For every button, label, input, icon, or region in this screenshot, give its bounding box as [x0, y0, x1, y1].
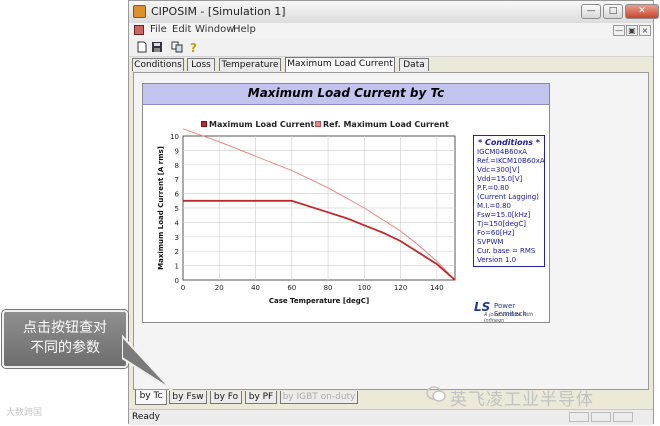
callout-arrow-icon: [122, 334, 173, 391]
condition-line: Ref.=IKCM10B60xA: [477, 157, 545, 165]
status-panel: [591, 412, 611, 422]
menu-file[interactable]: File: [150, 24, 167, 35]
document-icon[interactable]: [134, 25, 144, 35]
ls-power-semitech-logo: LS Power Semitech A joint venture with I…: [474, 300, 550, 324]
watermark-right: 英飞凌工业半导体: [450, 390, 594, 410]
condition-line: Fsw=15.0[kHz]: [477, 211, 531, 219]
logo-tagline: A joint venture with Infineon: [484, 312, 534, 324]
app-icon: [133, 5, 146, 18]
chart-panel: Maximum Load Current by Tc Maximum Load …: [142, 83, 550, 324]
callout-line-1: 点击按钮查对: [23, 320, 107, 336]
child-restore-button[interactable]: ▣: [626, 25, 638, 36]
svg-text:?: ?: [190, 41, 197, 53]
y-tick-label: 0: [175, 277, 179, 285]
condition-line: Vdc=300[V]: [477, 166, 520, 174]
y-tick-label: 4: [175, 219, 180, 227]
menu-help[interactable]: Help: [233, 24, 256, 35]
tab-conditions[interactable]: Conditions: [132, 58, 184, 71]
app-window: CIPOSIM - [Simulation 1] — □ ✕ File Edit…: [128, 0, 659, 425]
tab-loss[interactable]: Loss: [187, 58, 215, 71]
close-button[interactable]: ✕: [625, 4, 659, 19]
maximize-button[interactable]: □: [603, 4, 623, 19]
status-text: Ready: [132, 412, 160, 422]
status-panel: [613, 412, 633, 422]
save-icon[interactable]: [151, 41, 163, 53]
x-tick-label: 60: [287, 284, 296, 292]
chart-title: Maximum Load Current by Tc: [143, 84, 549, 105]
y-tick-label: 10: [170, 133, 179, 141]
line-chart: 0123456789100 20 40 60 80 100 120 140Case Tempe…: [157, 128, 456, 305]
x-axis-label: Case Temperature [degC]: [269, 297, 369, 305]
menu-bar: File Edit Window Help — ▣ ×: [129, 23, 653, 39]
x-tick-label: 0: [181, 284, 185, 292]
tab-maximum-load-current[interactable]: Maximum Load Current: [285, 57, 395, 72]
x-tick-label: 120: [394, 284, 407, 292]
condition-line: P.F.=0.80: [477, 184, 509, 192]
y-tick-label: 2: [175, 248, 179, 256]
callout-text: 点击按钮查对 不同的参数: [2, 310, 128, 358]
condition-line: Tj=150[degC]: [477, 220, 526, 228]
x-tick-label: 100: [358, 284, 371, 292]
child-close-button[interactable]: ×: [639, 25, 651, 36]
toolbar: ?: [129, 38, 653, 57]
condition-line: IGCM04B60xA: [477, 148, 527, 156]
menu-window[interactable]: Window: [195, 24, 234, 35]
callout-line-2: 不同的参数: [30, 340, 100, 356]
condition-line: Fo=60[Hz]: [477, 229, 515, 237]
child-minimize-button[interactable]: —: [613, 25, 625, 36]
condition-line: Version 1.0: [477, 256, 517, 264]
condition-line: SVPWM: [477, 238, 504, 246]
condition-line: M.I.=0.80: [477, 202, 512, 210]
condition-line: Cur. base = RMS: [477, 247, 536, 255]
content-area: Maximum Load Current by Tc Maximum Load …: [133, 72, 649, 390]
new-icon[interactable]: [136, 41, 148, 53]
condition-line: Vdd=15.0[V]: [477, 175, 523, 183]
y-tick-label: 7: [175, 176, 179, 184]
y-tick-label: 8: [175, 162, 179, 170]
tab-by-pf[interactable]: by PF: [245, 391, 277, 404]
tab-data[interactable]: Data: [399, 58, 429, 71]
y-tick-label: 1: [175, 263, 179, 271]
top-tabs: Conditions Loss Temperature Maximum Load…: [129, 57, 653, 72]
x-tick-label: 140: [430, 284, 443, 292]
y-tick-label: 5: [175, 205, 179, 213]
tab-by-fo[interactable]: by Fo: [210, 391, 242, 404]
tab-temperature[interactable]: Temperature: [219, 58, 281, 71]
wechat-icon: [426, 386, 446, 402]
x-tick-label: 20: [215, 284, 224, 292]
y-tick-label: 9: [175, 147, 179, 155]
minimize-button[interactable]: —: [581, 4, 601, 19]
tab-by-igbt-on-duty[interactable]: by IGBT on-duty: [280, 391, 358, 404]
y-tick-label: 3: [175, 234, 179, 242]
window-title: CIPOSIM - [Simulation 1]: [151, 5, 286, 18]
status-panel: [569, 412, 589, 422]
title-bar[interactable]: CIPOSIM - [Simulation 1] — □ ✕: [129, 1, 659, 24]
help-icon[interactable]: ?: [187, 41, 199, 53]
x-tick-label: 80: [324, 284, 333, 292]
menu-edit[interactable]: Edit: [172, 24, 191, 35]
conditions-box: * Conditions * IGCM04B60xA Ref.=IKCM10B60…: [473, 135, 545, 267]
copy-icon[interactable]: [171, 41, 183, 53]
y-axis-label: Maximum Load Current [A rms]: [157, 146, 165, 270]
status-bar: Ready: [129, 409, 653, 425]
condition-line: (Current Lagging): [477, 193, 539, 201]
watermark-left: 大数跨国: [6, 408, 43, 418]
y-tick-label: 6: [175, 191, 180, 199]
x-tick-label: 40: [251, 284, 260, 292]
conditions-title: * Conditions *: [478, 138, 540, 147]
